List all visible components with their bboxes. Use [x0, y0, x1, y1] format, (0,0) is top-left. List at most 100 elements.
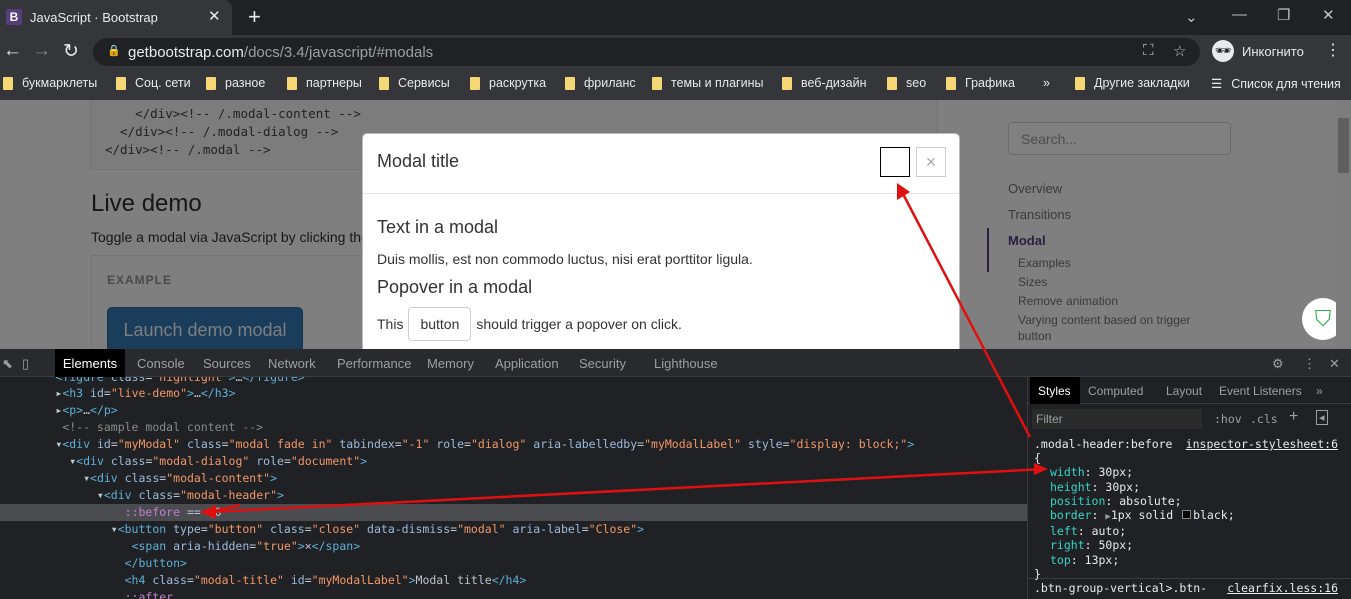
- bookmarks-overflow[interactable]: »: [1043, 76, 1050, 90]
- css-property[interactable]: height: 30px;: [1034, 480, 1346, 494]
- sidebar-item-transitions[interactable]: Transitions: [1008, 207, 1071, 222]
- bookmark-label: раскрутка: [489, 76, 547, 90]
- address-bar[interactable]: 🔒 getbootstrap.com/docs/3.4/javascript/#…: [93, 38, 1200, 66]
- translate-icon[interactable]: ⛶: [1143, 42, 1154, 59]
- css-property[interactable]: width: 30px;: [1034, 465, 1346, 479]
- device-toolbar-icon[interactable]: ▯: [22, 356, 29, 372]
- dom-node[interactable]: <h4 class="modal-title" id="myModalLabel…: [0, 572, 1027, 589]
- dom-node-selected[interactable]: ::before == $0: [0, 504, 1027, 521]
- bookmark-folder[interactable]: Графика: [946, 76, 1015, 90]
- bookmark-star-icon[interactable]: ☆: [1173, 42, 1186, 60]
- popover-button[interactable]: button: [408, 307, 472, 341]
- bookmark-folder[interactable]: разное: [206, 76, 265, 90]
- sidebar-item-overview[interactable]: Overview: [1008, 181, 1062, 196]
- dom-node[interactable]: ▸<p>…</p>: [0, 402, 1027, 419]
- dom-node[interactable]: ▾<button type="button" class="close" dat…: [0, 521, 1027, 538]
- rule-selector[interactable]: .btn-group-vertical>.btn-: [1034, 581, 1207, 595]
- bookmark-folder[interactable]: веб-дизайн: [782, 76, 866, 90]
- reading-list[interactable]: ☰ Список для чтения: [1211, 76, 1341, 92]
- bookmark-folder[interactable]: букмарклеты: [3, 76, 97, 90]
- styles-filter-input[interactable]: Filter: [1032, 409, 1202, 429]
- restore-icon[interactable]: ❐: [1277, 6, 1290, 24]
- page-scrollbar[interactable]: [1336, 100, 1351, 349]
- dom-tree[interactable]: <figure class="highlight">…</figure> ▸<h…: [0, 377, 1027, 599]
- dom-node[interactable]: ▾<div class="modal-header">: [0, 487, 1027, 504]
- sidebar-subitem[interactable]: Remove animation: [1018, 294, 1118, 308]
- tab-application[interactable]: Application: [495, 356, 559, 371]
- sidebar-subitem[interactable]: Examples: [1018, 256, 1071, 270]
- sidebar-subitem[interactable]: button: [1018, 329, 1051, 343]
- launch-demo-modal-button[interactable]: Launch demo modal: [107, 307, 303, 349]
- tab-memory[interactable]: Memory: [427, 356, 474, 371]
- prop-value: 13px;: [1084, 552, 1120, 567]
- css-property[interactable]: position: absolute;: [1034, 494, 1346, 508]
- sidebar-item-modal[interactable]: Modal: [1008, 233, 1046, 248]
- tab-console[interactable]: Console: [137, 356, 185, 371]
- bookmark-folder[interactable]: раскрутка: [470, 76, 546, 90]
- css-property[interactable]: left: auto;: [1034, 524, 1346, 538]
- hov-toggle[interactable]: :hov: [1214, 412, 1242, 426]
- new-tab-icon[interactable]: +: [248, 4, 261, 30]
- browser-tab[interactable]: B JavaScript · Bootstrap ✕: [0, 0, 232, 35]
- tab-styles[interactable]: Styles: [1030, 377, 1080, 404]
- dom-comment[interactable]: <!-- sample modal content -->: [0, 419, 1027, 436]
- toggle-sidebar-icon[interactable]: ◂: [1316, 410, 1328, 425]
- tab-computed[interactable]: Computed: [1088, 384, 1143, 398]
- url-path: /docs/3.4/javascript/#modals: [243, 44, 434, 61]
- close-tab-icon[interactable]: ✕: [208, 7, 221, 25]
- bookmark-folder[interactable]: партнеры: [287, 76, 362, 90]
- tab-search-icon[interactable]: ⌄: [1185, 8, 1198, 26]
- css-property[interactable]: top: 13px;: [1034, 553, 1346, 567]
- tab-security[interactable]: Security: [579, 356, 626, 371]
- forward-icon[interactable]: →: [32, 40, 51, 62]
- tab-elements[interactable]: Elements: [55, 349, 125, 377]
- modal-dialog: Modal title × Text in a modal Duis molli…: [362, 133, 960, 363]
- css-property[interactable]: right: 50px;: [1034, 538, 1346, 552]
- cls-toggle[interactable]: .cls: [1250, 412, 1278, 426]
- tab-lighthouse[interactable]: Lighthouse: [654, 356, 718, 371]
- tab-layout[interactable]: Layout: [1166, 384, 1202, 398]
- bookmark-folder[interactable]: Соц. сети: [116, 76, 191, 90]
- rule-source-link[interactable]: inspector-stylesheet:6: [1186, 437, 1338, 451]
- dom-node[interactable]: ▾<div class="modal-content">: [0, 470, 1027, 487]
- reload-icon[interactable]: ↻: [63, 40, 79, 63]
- sidebar-subitem[interactable]: Varying content based on trigger: [1018, 313, 1191, 327]
- bookmark-label: веб-дизайн: [801, 76, 867, 90]
- dom-node[interactable]: </button>: [0, 555, 1027, 572]
- menu-icon[interactable]: ⋮: [1325, 40, 1341, 60]
- bookmark-label: разное: [225, 76, 266, 90]
- tab-network[interactable]: Network: [268, 356, 316, 371]
- tab-sources[interactable]: Sources: [203, 356, 251, 371]
- minimize-icon[interactable]: —: [1232, 6, 1247, 23]
- rule-source-link[interactable]: clearfix.less:16: [1227, 581, 1338, 595]
- close-devtools-icon[interactable]: ✕: [1329, 356, 1340, 372]
- close-button[interactable]: ×: [916, 147, 946, 177]
- search-input[interactable]: Search...: [1008, 122, 1231, 155]
- inspect-element-icon[interactable]: ⬉: [2, 356, 13, 372]
- bookmark-folder[interactable]: Сервисы: [379, 76, 450, 90]
- bookmark-folder[interactable]: фриланс: [565, 76, 636, 90]
- new-rule-icon[interactable]: +: [1289, 408, 1298, 426]
- folder-icon: [782, 76, 792, 90]
- bookmark-folder[interactable]: seo: [887, 76, 926, 90]
- dom-node[interactable]: ▾<div id="myModal" class="modal fade in"…: [0, 436, 1027, 453]
- tab-performance[interactable]: Performance: [337, 356, 411, 371]
- more-tabs-icon[interactable]: »: [1316, 384, 1323, 398]
- scrollbar-thumb[interactable]: [1338, 118, 1349, 173]
- dom-node[interactable]: <span aria-hidden="true">×</span>: [0, 538, 1027, 555]
- close-window-icon[interactable]: ✕: [1322, 6, 1335, 24]
- tab-event-listeners[interactable]: Event Listeners: [1219, 384, 1302, 398]
- sidebar-subitem[interactable]: Sizes: [1018, 275, 1047, 289]
- dom-node[interactable]: ▾<div class="modal-dialog" role="documen…: [0, 453, 1027, 470]
- more-options-icon[interactable]: ⋮: [1303, 356, 1316, 372]
- settings-gear-icon[interactable]: ⚙: [1272, 356, 1284, 372]
- other-bookmarks[interactable]: Другие закладки: [1075, 76, 1190, 90]
- dom-node[interactable]: ▸<h3 id="live-demo">…</h3>: [0, 385, 1027, 402]
- incognito-profile[interactable]: 🕶 Инкогнито: [1212, 40, 1304, 62]
- color-swatch[interactable]: [1182, 510, 1192, 520]
- dom-node[interactable]: ::after: [0, 589, 1027, 599]
- bookmark-folder[interactable]: темы и плагины: [652, 76, 764, 90]
- back-icon[interactable]: ←: [3, 40, 22, 62]
- css-property[interactable]: border: ▶1px solid black;: [1034, 508, 1346, 524]
- active-indicator: [987, 228, 989, 272]
